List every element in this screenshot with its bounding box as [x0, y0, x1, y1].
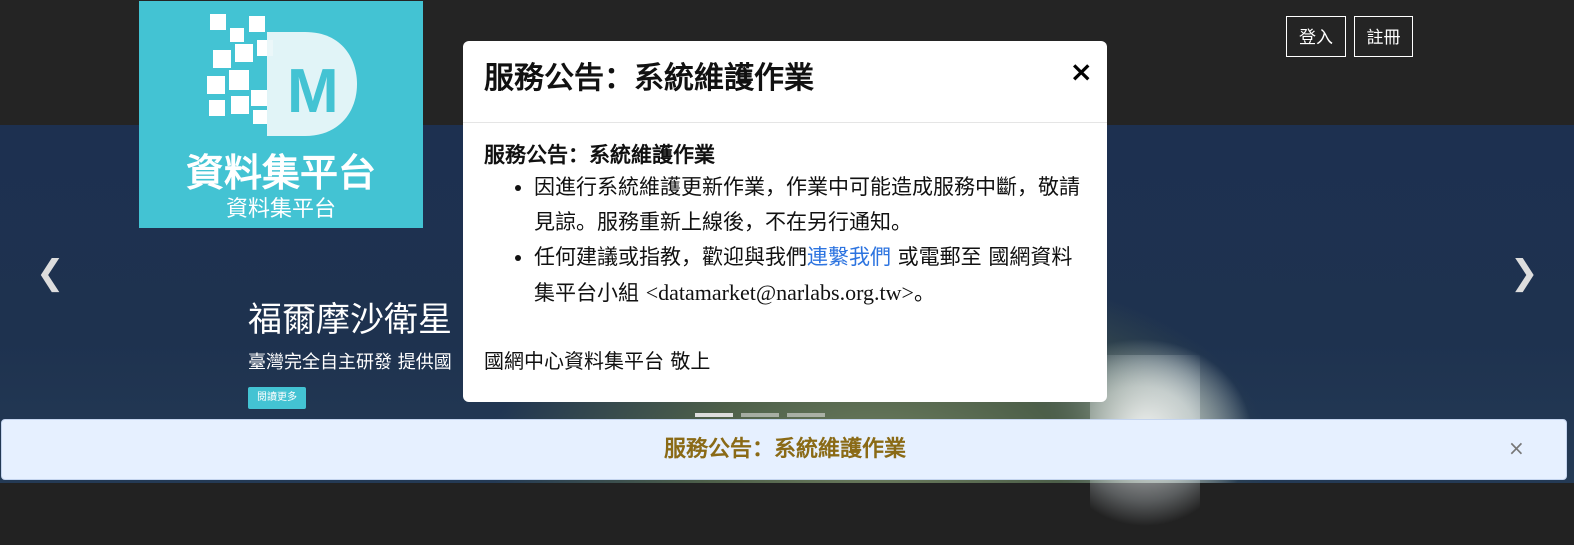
- register-button[interactable]: 註冊: [1354, 16, 1413, 57]
- read-more-button[interactable]: 閱讀更多: [248, 387, 306, 409]
- body-heading: 服務公告：系統維護作業: [484, 143, 715, 167]
- list-item-text: 因進行系統維護更新作業，作業中可能造成服務中斷，敬請見諒。服務重新上線後，不在另…: [534, 175, 1080, 234]
- notice-close-icon[interactable]: ×: [1508, 436, 1525, 460]
- modal-body: 服務公告：系統維護作業 因進行系統維護更新作業，作業中可能造成服務中斷，敬請見諒…: [484, 140, 1089, 311]
- carousel-indicator[interactable]: [695, 413, 733, 417]
- login-button[interactable]: 登入: [1286, 16, 1346, 57]
- logo-mark-letter: M: [287, 57, 339, 126]
- carousel-indicator[interactable]: [787, 413, 825, 417]
- announcement-modal: 服務公告：系統維護作業 × 服務公告：系統維護作業 因進行系統維護更新作業，作業…: [463, 41, 1107, 402]
- carousel-indicator[interactable]: [741, 413, 779, 417]
- signature: 國網中心資料集平台 敬上: [484, 349, 711, 373]
- announcement-list: 因進行系統維護更新作業，作業中可能造成服務中斷，敬請見諒。服務重新上線後，不在另…: [484, 170, 1089, 311]
- list-item: 因進行系統維護更新作業，作業中可能造成服務中斷，敬請見諒。服務重新上線後，不在另…: [534, 170, 1089, 240]
- modal-close-icon[interactable]: ×: [1070, 57, 1093, 87]
- notice-bar: 服務公告：系統維護作業 ×: [1, 419, 1567, 480]
- modal-header: 服務公告：系統維護作業 ×: [463, 41, 1107, 123]
- modal-title: 服務公告：系統維護作業: [484, 61, 814, 96]
- list-item: 任何建議或指教，歡迎與我們連繫我們 或電郵至 國網資料集平台小組 <datama…: [534, 240, 1089, 311]
- carousel-next-icon[interactable]: ❯: [1510, 256, 1539, 290]
- logo-title: 資料集平台: [185, 151, 376, 195]
- slide-subtitle: 臺灣完全自主研發 提供國: [248, 352, 452, 373]
- notice-text[interactable]: 服務公告：系統維護作業: [2, 420, 1568, 479]
- slide-title: 福爾摩沙衛星: [248, 300, 452, 340]
- logo-subtitle: 資料集平台: [225, 197, 336, 222]
- contact-email: <datamarket@narlabs.org.tw>: [645, 280, 914, 305]
- logo-mark-icon: M: [207, 14, 357, 136]
- contact-us-link[interactable]: 連繫我們: [807, 245, 891, 269]
- list-item-text: 任何建議或指教，歡迎與我們: [534, 245, 807, 269]
- carousel-prev-icon[interactable]: ❮: [36, 256, 65, 290]
- list-item-text: 。: [913, 281, 935, 305]
